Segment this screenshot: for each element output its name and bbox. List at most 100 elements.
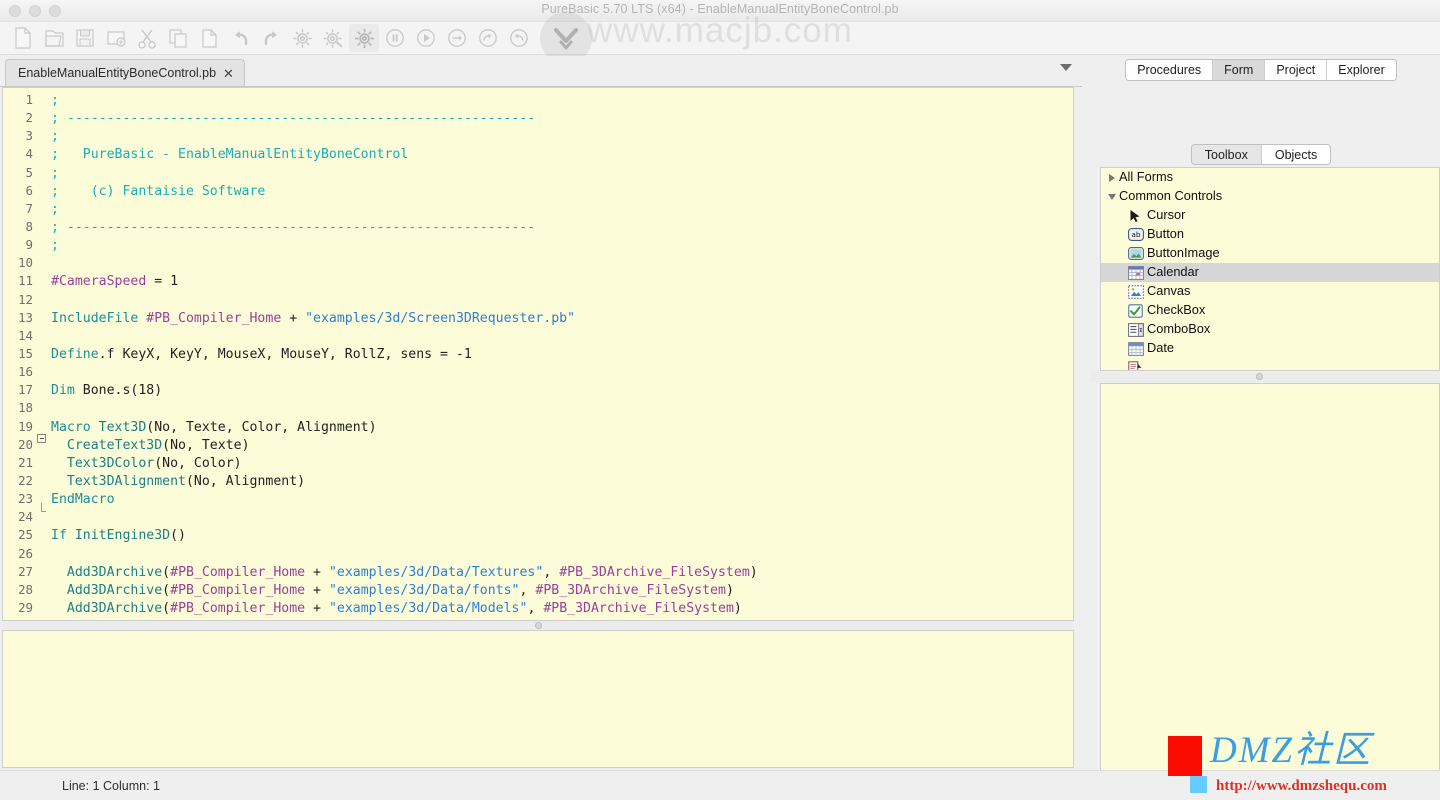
open-folder-icon	[44, 27, 65, 49]
code-line[interactable]: 10	[3, 254, 1073, 272]
debug-run-button[interactable]	[411, 24, 441, 52]
save-file-button[interactable]	[70, 24, 100, 52]
compile-debug-button[interactable]	[349, 24, 379, 52]
tree-item-checkbox[interactable]: CheckBox	[1101, 301, 1439, 320]
code-editor[interactable]: 1; 2; -----------------------------------…	[2, 87, 1074, 621]
primary-tab-group[interactable]: Procedures Form Project Explorer	[1125, 59, 1397, 81]
code-line[interactable]: 12	[3, 291, 1073, 309]
code-token: Text3DColor	[66, 455, 155, 471]
code-line[interactable]: 26	[3, 545, 1073, 563]
compile-options-button[interactable]	[318, 24, 348, 52]
code-line[interactable]: 25 If InitEngine3D()	[3, 526, 1073, 544]
secondary-tab-group[interactable]: Toolbox Objects	[1190, 144, 1332, 165]
tree-item-buttonimage[interactable]: ButtonImage	[1101, 244, 1439, 263]
line-number: 17	[18, 382, 33, 398]
code-line[interactable]: 9;	[3, 236, 1073, 254]
code-line[interactable]: 23 EndMacro	[3, 490, 1073, 513]
redo-button[interactable]	[256, 24, 286, 52]
close-icon[interactable]: ✕	[223, 67, 234, 80]
bottom-output-panel[interactable]	[2, 630, 1074, 768]
code-line[interactable]: 27 Add3DArchive(#PB_Compiler_Home + "exa…	[3, 563, 1073, 581]
line-number: 22	[18, 472, 33, 488]
new-file-button[interactable]	[8, 24, 38, 52]
chevron-down-icon[interactable]	[1060, 64, 1072, 71]
tree-item-combobox[interactable]: ComboBox	[1101, 320, 1439, 339]
tab-objects[interactable]: Objects	[1261, 145, 1331, 164]
code-token: ()	[170, 528, 186, 544]
horizontal-splitter[interactable]	[2, 621, 1074, 630]
code-line[interactable]: 22 Text3DAlignment(No, Alignment)	[3, 472, 1073, 490]
code-line[interactable]: 15 Define.f KeyX, KeyY, MouseX, MouseY, R…	[3, 345, 1073, 363]
chevron-down-icon[interactable]	[1105, 193, 1119, 200]
open-file-button[interactable]	[39, 24, 69, 52]
tree-item-partial[interactable]	[1101, 358, 1439, 370]
debug-step-button[interactable]	[442, 24, 472, 52]
tree-item-calendar[interactable]: Calendar	[1101, 263, 1439, 282]
code-text: Dim Bone.s(18)	[49, 382, 162, 400]
line-number: 16	[18, 364, 33, 380]
code-line[interactable]: 20 CreateText3D(No, Texte)	[3, 436, 1073, 454]
code-line[interactable]: 21 Text3DColor(No, Color)	[3, 454, 1073, 472]
cut-button[interactable]	[132, 24, 162, 52]
code-line[interactable]: 5;	[3, 164, 1073, 182]
code-line[interactable]: 28 Add3DArchive(#PB_Compiler_Home + "exa…	[3, 581, 1073, 599]
editor-tab-enablemanualentitybonecontrol[interactable]: EnableManualEntityBoneControl.pb ✕	[5, 59, 245, 86]
status-bar: Line: 1 Column: 1	[0, 770, 1440, 800]
tree-item-common-controls[interactable]: Common Controls	[1101, 187, 1439, 206]
copy-button[interactable]	[163, 24, 193, 52]
panel-splitter[interactable]	[1090, 372, 1440, 382]
line-number: 11	[18, 273, 33, 289]
tab-project[interactable]: Project	[1265, 60, 1328, 80]
code-line[interactable]: 4 ; PureBasic - EnableManualEntityBoneCon…	[3, 145, 1073, 163]
debug-pause-button[interactable]	[380, 24, 410, 52]
window-title: PureBasic 5.70 LTS (x64) - EnableManualE…	[541, 2, 899, 16]
code-line[interactable]: 11 #CameraSpeed = 1	[3, 272, 1073, 290]
code-line[interactable]: 8 ; -------------------------------------…	[3, 218, 1073, 236]
tree-item-label: CheckBox	[1147, 302, 1206, 318]
canvas-icon	[1127, 284, 1144, 299]
step-out-circle-icon	[509, 28, 529, 48]
code-line[interactable]: 6 ; (c) Fantaisie Software	[3, 182, 1073, 200]
code-line[interactable]: 3;	[3, 127, 1073, 145]
tree-item-all-forms[interactable]: All Forms	[1101, 168, 1439, 187]
code-token: Bone.s(18)	[74, 383, 163, 399]
code-line[interactable]: 16	[3, 363, 1073, 381]
tab-procedures[interactable]: Procedures	[1126, 60, 1214, 80]
code-line[interactable]: 29 Add3DArchive(#PB_Compiler_Home + "exa…	[3, 599, 1073, 617]
code-token: ;	[51, 201, 59, 217]
line-number: 21	[18, 454, 33, 470]
tree-item-date[interactable]: Date	[1101, 339, 1439, 358]
tree-item-label: Button	[1147, 226, 1184, 242]
code-line[interactable]: 7;	[3, 200, 1073, 218]
compile-run-button[interactable]	[287, 24, 317, 52]
debug-step-out-button[interactable]	[504, 24, 534, 52]
undo-button[interactable]	[225, 24, 255, 52]
splitter-knob-icon[interactable]	[535, 622, 542, 629]
code-line[interactable]: 13 IncludeFile #PB_Compiler_Home + "examp…	[3, 309, 1073, 327]
tab-toolbox[interactable]: Toolbox	[1191, 145, 1262, 164]
objects-tree[interactable]: All Forms Common Controls Cursor ab Button Bu…	[1100, 167, 1440, 371]
code-line[interactable]: 1;	[3, 91, 1073, 109]
code-line[interactable]: 14	[3, 327, 1073, 345]
tree-item-canvas[interactable]: Canvas	[1101, 282, 1439, 301]
tree-item-button[interactable]: ab Button	[1101, 225, 1439, 244]
code-lines[interactable]: 1; 2; -----------------------------------…	[3, 88, 1073, 620]
paste-button[interactable]	[194, 24, 224, 52]
save-all-button[interactable]	[101, 24, 131, 52]
code-line[interactable]: 18	[3, 399, 1073, 417]
tab-form[interactable]: Form	[1213, 60, 1266, 80]
code-line[interactable]: 2 ; -------------------------------------…	[3, 109, 1073, 127]
debug-step-over-button[interactable]	[473, 24, 503, 52]
splitter-knob-icon[interactable]	[1256, 373, 1263, 380]
properties-panel[interactable]	[1100, 383, 1440, 800]
tree-item-cursor[interactable]: Cursor	[1101, 206, 1439, 225]
chevron-right-icon[interactable]	[1105, 173, 1119, 182]
code-line[interactable]: 17 Dim Bone.s(18)	[3, 381, 1073, 399]
tab-explorer[interactable]: Explorer	[1327, 60, 1396, 80]
code-token: Text3DAlignment	[66, 473, 186, 489]
code-line[interactable]: 19 Macro Text3D(No, Texte, Color, Alignme…	[3, 418, 1073, 443]
code-line[interactable]: 24	[3, 508, 1073, 526]
code-text: ;	[49, 237, 59, 255]
